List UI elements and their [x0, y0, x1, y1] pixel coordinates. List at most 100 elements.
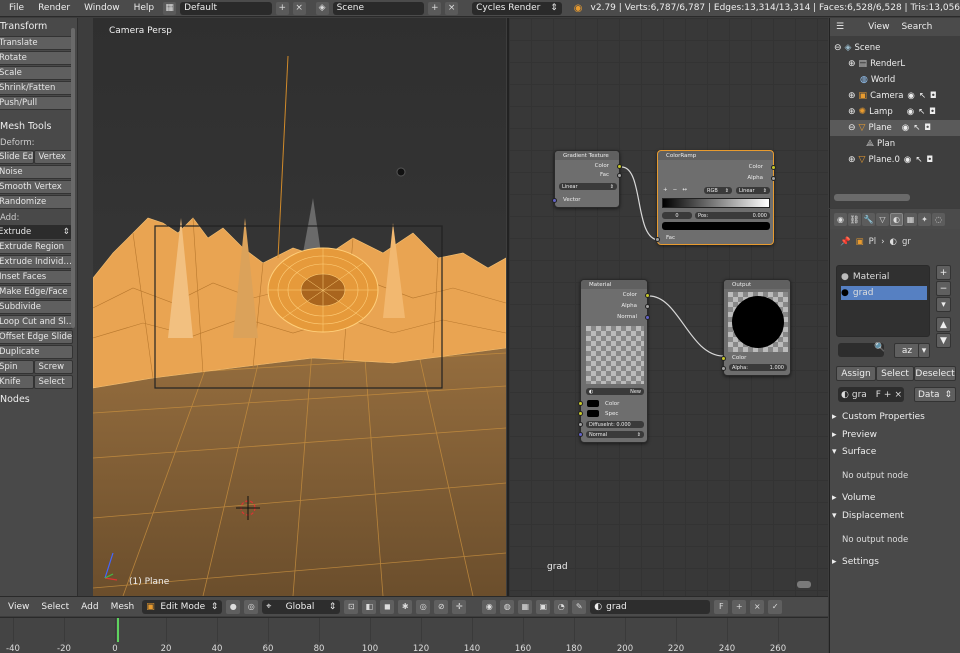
gradient-node-header[interactable]: Gradient Texture — [555, 151, 619, 160]
select-arrow-icon[interactable]: ↖ — [918, 107, 925, 117]
smooth-vertex-button[interactable]: Smooth Vertex — [0, 180, 73, 194]
visibility-eye-icon[interactable]: ◉ — [907, 91, 914, 101]
orientation-selector[interactable]: ⌖ Global ⇕ — [262, 599, 341, 614]
node-editor-scrollbar[interactable] — [797, 581, 811, 588]
layout-icon[interactable]: ▦ — [163, 1, 177, 15]
colorramp-node[interactable]: ColorRamp Color Alpha + − ↔ RGB ⇕ Linear ⇕ 0… — [655, 150, 776, 245]
unlink-material-icon[interactable]: × — [750, 599, 765, 614]
material-diffuse-field[interactable]: DiffuseInt: 0.000 — [586, 421, 644, 428]
outliner-item-lamp[interactable]: ⊕ ✺ Lamp ◉ ↖ ◘ — [848, 104, 936, 120]
translate-button[interactable]: Translate — [0, 36, 73, 50]
colorramp-mode-select[interactable]: RGB ⇕ — [704, 187, 732, 194]
colorramp-color-socket[interactable] — [771, 165, 776, 170]
visibility-eye-icon[interactable]: ◉ — [907, 107, 914, 117]
preview-panel[interactable]: ▸ Preview — [832, 427, 958, 443]
sort-alpha-icon[interactable]: az — [894, 343, 920, 358]
outliner-type-icon[interactable]: ☰ — [836, 22, 844, 32]
shader-world-icon[interactable]: ◔ — [554, 599, 569, 614]
render-camera-icon[interactable]: ◘ — [926, 155, 933, 165]
menu-add[interactable]: Add — [77, 602, 102, 612]
material-node[interactable]: Material Color Alpha Normal ◐ New Color S… — [578, 279, 650, 443]
lamp-object[interactable] — [396, 167, 406, 177]
material-color-in-socket[interactable] — [578, 401, 583, 406]
menu-select[interactable]: Select — [37, 602, 73, 612]
make-edge-face-button[interactable]: Make Edge/Face — [0, 285, 73, 299]
colorramp-fac-socket[interactable] — [655, 237, 660, 242]
scene-selector[interactable]: Scene — [332, 1, 425, 15]
material-color-swatch[interactable] — [587, 400, 599, 407]
add-layout-icon[interactable]: + — [275, 1, 289, 15]
toolshelf-scrollbar[interactable] — [71, 28, 75, 328]
output-node-header[interactable]: Output — [724, 280, 790, 289]
mode-selector[interactable]: ▣ Edit Mode ⇕ — [142, 599, 223, 614]
material-normal-out-socket[interactable] — [645, 315, 650, 320]
offset-edge-slide-button[interactable]: Offset Edge Slide — [0, 330, 73, 344]
knife-select-button[interactable]: Select — [33, 375, 73, 389]
colorramp-stop-color[interactable] — [662, 222, 770, 230]
menu-view[interactable]: View — [4, 602, 33, 612]
transform-panel-title[interactable]: Transform — [0, 18, 77, 35]
displacement-panel[interactable]: ▾ Displacement — [832, 508, 958, 524]
colorramp-alpha-socket[interactable] — [771, 176, 776, 181]
gradient-color-socket[interactable] — [617, 164, 622, 169]
extrude-individual-button[interactable]: Extrude Individ… — [0, 255, 73, 269]
material-alpha-out-socket[interactable] — [645, 304, 650, 309]
extrude-region-button[interactable]: Extrude Region — [0, 240, 73, 254]
output-color-socket[interactable] — [721, 356, 726, 361]
gradient-texture-node[interactable]: Gradient Texture Color Fac Linear ⇕ Vecto… — [552, 150, 622, 208]
outliner-item-camera[interactable]: ⊕ ▣ Camera ◉ ↖ ◘ — [848, 88, 937, 104]
3d-viewport[interactable]: Camera Persp (1) Plane — [93, 18, 506, 596]
duplicate-button[interactable]: Duplicate — [0, 345, 73, 359]
material-node-header[interactable]: Material — [581, 280, 647, 289]
scene-icon[interactable]: ◈ — [315, 1, 329, 15]
add-scene-icon[interactable]: + — [428, 1, 442, 15]
pin-icon[interactable]: 📌 — [840, 237, 851, 247]
node-editor[interactable]: Gradient Texture Color Fac Linear ⇕ Vecto… — [507, 18, 828, 596]
add-slot-icon[interactable]: + — [936, 265, 951, 280]
expand-icon[interactable]: ⊕ — [848, 155, 856, 165]
subdivide-button[interactable]: Subdivide — [0, 300, 73, 314]
material-diffuse-in-socket[interactable] — [578, 422, 583, 427]
custom-properties-panel[interactable]: ▸ Custom Properties — [832, 409, 958, 425]
menu-help[interactable]: Help — [129, 3, 160, 13]
gradient-type-select[interactable]: Linear ⇕ — [559, 183, 617, 190]
shrink-fatten-button[interactable]: Shrink/Fatten — [0, 81, 73, 95]
assign-button[interactable]: Assign — [836, 366, 876, 381]
data-tab-icon[interactable]: ▽ — [876, 212, 889, 226]
face-select-icon[interactable]: ◼ — [380, 599, 395, 614]
surface-panel[interactable]: ▾ Surface — [832, 444, 958, 460]
render-camera-icon[interactable]: ◘ — [929, 107, 936, 117]
volume-panel[interactable]: ▸ Volume — [832, 490, 958, 506]
slot-specials-icon[interactable]: ▾ — [936, 297, 951, 312]
material-color-out-socket[interactable] — [645, 293, 650, 298]
select-arrow-icon[interactable]: ↖ — [919, 91, 926, 101]
move-down-icon[interactable]: ▼ — [936, 333, 951, 348]
add-stop-icon[interactable]: + — [663, 187, 668, 193]
colorramp-gradient-bar[interactable] — [662, 198, 770, 208]
shader-object-icon[interactable]: ▣ — [536, 599, 551, 614]
knife-button[interactable]: Knife — [0, 375, 34, 389]
add-material-icon[interactable]: + — [884, 390, 892, 400]
output-alpha-field[interactable]: Alpha: 1.000 — [729, 364, 787, 371]
search-icon[interactable]: 🔍 — [874, 343, 885, 353]
edge-select-icon[interactable]: ◧ — [362, 599, 377, 614]
outliner-item-plane[interactable]: ⊖ ▽ Plane ◉ ↖ ◘ — [830, 120, 960, 136]
screw-button[interactable]: Screw — [33, 360, 73, 374]
physics-tab-icon[interactable]: ◌ — [932, 212, 945, 226]
colorramp-interp-select[interactable]: Linear ⇕ — [736, 187, 770, 194]
noise-button[interactable]: Noise — [0, 165, 73, 179]
slide-vertex-button[interactable]: Vertex — [33, 150, 73, 164]
shading-icon[interactable]: ● — [226, 599, 241, 614]
menu-file[interactable]: File — [4, 3, 29, 13]
visibility-eye-icon[interactable]: ◉ — [904, 155, 911, 165]
outliner-menu-view[interactable]: View — [868, 22, 889, 32]
outliner-scrollbar[interactable] — [834, 194, 910, 201]
inset-faces-button[interactable]: Inset Faces — [0, 270, 73, 284]
select-arrow-icon[interactable]: ↖ — [915, 155, 922, 165]
nodes-panel-title[interactable]: Nodes — [0, 391, 77, 408]
remove-slot-icon[interactable]: − — [936, 281, 951, 296]
deselect-button[interactable]: Deselect — [914, 366, 956, 381]
unlink-material-icon[interactable]: × — [894, 390, 904, 400]
render-engine-selector[interactable]: Cycles Render ⇕ — [472, 1, 562, 15]
menu-render[interactable]: Render — [33, 3, 75, 13]
